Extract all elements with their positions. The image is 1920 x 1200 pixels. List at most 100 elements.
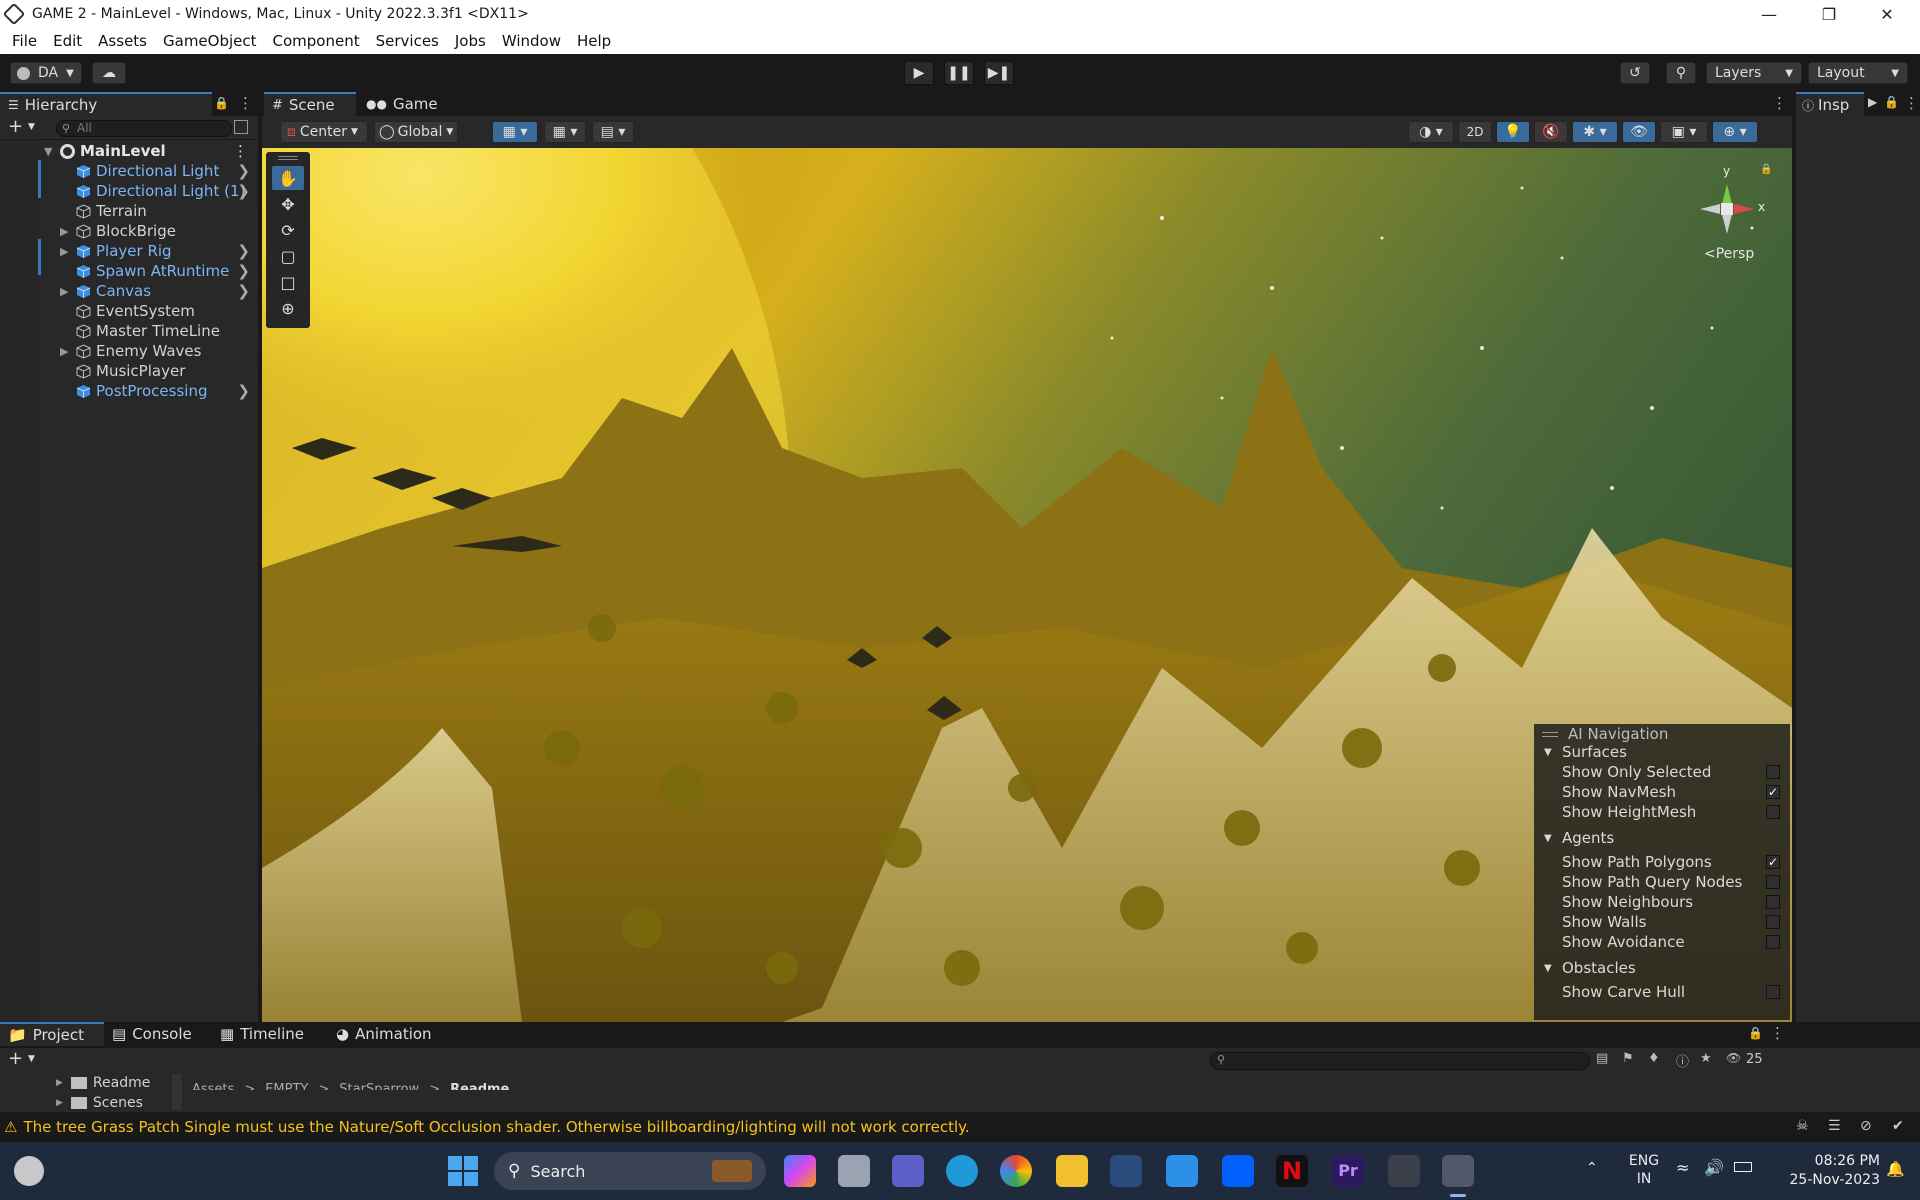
collapsed-caret-icon[interactable]: ▶ (60, 285, 68, 298)
overlay-option[interactable]: Show Neighbours (1534, 892, 1790, 912)
option-checkbox[interactable] (1766, 765, 1780, 779)
history-button[interactable]: ↺ (1620, 62, 1650, 84)
project-scrollbar[interactable] (172, 1074, 182, 1110)
taskbar-search-box[interactable]: ⚲ Search (494, 1152, 766, 1190)
rect-tool-button[interactable]: □ (272, 270, 304, 294)
overlay-option[interactable]: Show Only Selected (1534, 762, 1790, 782)
hierarchy-item[interactable]: EventSystem (0, 301, 258, 321)
search-by-type-icon[interactable]: ▤ (1596, 1051, 1608, 1066)
minimize-button[interactable]: — (1746, 0, 1792, 28)
netflix-icon[interactable]: N (1276, 1155, 1308, 1187)
camera-dropdown[interactable]: ▣ ▾ (1660, 121, 1708, 143)
microsoft-store-icon[interactable] (1166, 1155, 1198, 1187)
hierarchy-item[interactable]: ▶ Player Rig ❯ (0, 241, 258, 261)
pivot-dropdown[interactable]: ⧈ Center ▼ (280, 121, 368, 143)
overlay-option[interactable]: Show NavMesh ✓ (1534, 782, 1790, 802)
tray-overflow-icon[interactable]: ⌃ (1586, 1160, 1598, 1176)
tools-drag-handle[interactable] (278, 156, 298, 160)
account-dropdown[interactable]: DA ▼ (10, 62, 82, 84)
breadcrumb-item[interactable]: EMPTY (265, 1078, 308, 1090)
option-checkbox[interactable] (1766, 915, 1780, 929)
space-dropdown[interactable]: ◯ Global ▼ (374, 121, 458, 143)
pause-button[interactable]: ❚❚ (944, 61, 974, 85)
close-button[interactable]: ✕ (1864, 0, 1910, 28)
kebab-menu-icon[interactable]: ⋮ (1770, 1024, 1785, 1042)
search-by-label-icon[interactable]: ⚑ (1622, 1051, 1634, 1066)
chevron-right-icon[interactable]: ❯ (237, 182, 250, 200)
menu-file[interactable]: File (4, 32, 45, 50)
hierarchy-item[interactable]: ▶ BlockBrige (0, 221, 258, 241)
kebab-menu-icon[interactable]: ⋮ (238, 94, 253, 112)
search-button[interactable]: ⚲ (1666, 62, 1696, 84)
unity-editor-icon[interactable] (1442, 1155, 1474, 1187)
unity-hub-icon[interactable] (1388, 1155, 1420, 1187)
audio-toggle[interactable]: 🔇 (1534, 121, 1568, 143)
auto-generate-lighting-icon[interactable]: ⊘ (1860, 1118, 1872, 1134)
wifi-icon[interactable]: ≈ (1676, 1158, 1689, 1177)
option-checkbox[interactable] (1766, 985, 1780, 999)
menu-window[interactable]: Window (494, 32, 569, 50)
collapsed-caret-icon[interactable]: ▶ (56, 1078, 63, 1088)
draw-mode-dropdown[interactable]: ◑ ▾ (1408, 121, 1454, 143)
orientation-gizmo[interactable]: y x 🔒 <Persp (1682, 162, 1772, 262)
file-explorer-icon[interactable] (1056, 1155, 1088, 1187)
hidden-packages-icon[interactable]: 👁 (1726, 1051, 1741, 1065)
project-search-input[interactable]: ⚲ (1210, 1052, 1590, 1070)
menu-assets[interactable]: Assets (90, 32, 155, 50)
overlay-option[interactable]: Show Carve Hull (1534, 982, 1790, 1002)
menu-services[interactable]: Services (368, 32, 447, 50)
transform-tool-button[interactable]: ⊕ (272, 296, 304, 320)
status-bar[interactable]: ⚠ The tree Grass Patch Single must use t… (0, 1112, 1920, 1142)
hierarchy-scene-root[interactable]: ▼ MainLevel ⋮ (0, 141, 258, 161)
dropbox-icon[interactable] (1222, 1155, 1254, 1187)
option-checkbox[interactable]: ✓ (1766, 855, 1780, 869)
clock[interactable]: 08:26 PM 25-Nov-2023 (1770, 1152, 1881, 1190)
battery-icon[interactable] (1734, 1162, 1752, 1172)
security-app-icon[interactable] (1110, 1155, 1142, 1187)
folder-item[interactable]: ▶ Scenes (56, 1094, 143, 1112)
menu-jobs[interactable]: Jobs (447, 32, 494, 50)
overlay-option[interactable]: Show Walls (1534, 912, 1790, 932)
language-indicator[interactable]: ENG IN (1622, 1152, 1666, 1188)
overlay-option[interactable]: Show Path Query Nodes (1534, 872, 1790, 892)
hierarchy-item[interactable]: MusicPlayer (0, 361, 258, 381)
tab-scene[interactable]: # Scene (264, 92, 356, 116)
search-by-tag-icon[interactable]: ♦ (1648, 1051, 1660, 1066)
breadcrumb-item[interactable]: Readme (450, 1078, 509, 1090)
collapsed-caret-icon[interactable]: ▶ (60, 245, 68, 258)
menu-edit[interactable]: Edit (45, 32, 90, 50)
option-checkbox[interactable] (1766, 895, 1780, 909)
section-header[interactable]: ▼ Surfaces (1534, 742, 1790, 762)
copilot-icon[interactable] (784, 1155, 816, 1187)
grid-snap-toggle[interactable]: ▦ ▾ (492, 121, 538, 143)
option-checkbox[interactable] (1766, 875, 1780, 889)
step-button[interactable]: ▶❚ (984, 61, 1014, 85)
lock-icon[interactable]: 🔒 (1884, 95, 1899, 109)
overlay-option[interactable]: Show Avoidance (1534, 932, 1790, 952)
debug-bug-icon[interactable]: ☠ (1796, 1118, 1809, 1134)
overlay-option[interactable]: Show Path Polygons ✓ (1534, 852, 1790, 872)
breadcrumb-item[interactable]: Assets (192, 1078, 234, 1090)
collapsed-caret-icon[interactable]: ▶ (56, 1098, 63, 1108)
warning-filter-icon[interactable]: ⓘ (1676, 1051, 1689, 1070)
task-view-icon[interactable] (838, 1155, 870, 1187)
cache-icon[interactable]: ☰ (1828, 1118, 1841, 1134)
section-header[interactable]: ▼ Agents (1534, 828, 1790, 848)
hierarchy-search-input[interactable]: ⚲ All (56, 120, 232, 137)
hierarchy-item[interactable]: Directional Light (1) ❯ (0, 181, 258, 201)
hierarchy-item[interactable]: ▶ Enemy Waves (0, 341, 258, 361)
overlay-option[interactable]: Show HeightMesh (1534, 802, 1790, 822)
breadcrumb-item[interactable]: StarSparrow (339, 1078, 419, 1090)
chevron-down-icon[interactable]: ▼ (28, 1054, 35, 1064)
toggle-2d-button[interactable]: 2D (1458, 121, 1492, 143)
teams-chat-icon[interactable] (892, 1155, 924, 1187)
option-checkbox[interactable] (1766, 935, 1780, 949)
add-icon[interactable]: + (8, 1048, 23, 1069)
overlay-header[interactable]: AI Navigation (1534, 724, 1790, 744)
photos-app-icon[interactable] (1000, 1155, 1032, 1187)
chevron-right-icon[interactable]: ❯ (237, 382, 250, 400)
tab-project[interactable]: 📁 Project (0, 1022, 104, 1046)
chevron-right-icon[interactable]: ❯ (237, 262, 250, 280)
projection-label[interactable]: <Persp (1704, 246, 1754, 262)
folder-item[interactable]: ▶ Readme (56, 1074, 150, 1092)
